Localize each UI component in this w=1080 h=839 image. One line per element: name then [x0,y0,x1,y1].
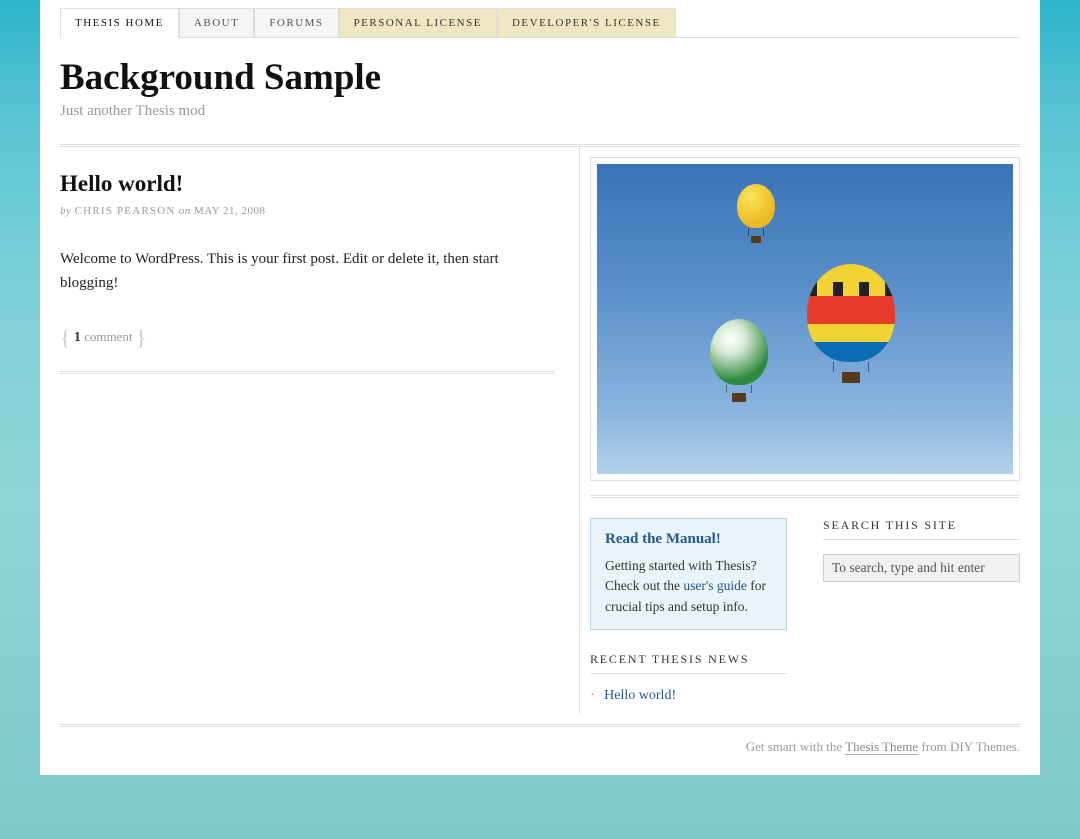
nav-item-about[interactable]: ABOUT [179,8,254,37]
site-header: Background Sample Just another Thesis mo… [60,56,1020,120]
sidebar-col-right: SEARCH THIS SITE [823,518,1020,704]
post-divider [60,371,555,374]
byline-author[interactable]: CHRIS PEARSON [75,205,176,217]
news-item-link[interactable]: Hello world! [604,688,676,703]
nav-item-forums[interactable]: FORUMS [254,8,338,37]
footer: Get smart with the Thesis Theme from DIY… [60,739,1020,755]
footer-post: from DIY Themes. [918,739,1020,754]
bullet-icon: · [590,688,595,703]
sidebar-col-left: Read the Manual! Getting started with Th… [590,518,787,704]
footer-link[interactable]: Thesis Theme [845,739,918,755]
main-columns: Hello world! by CHRIS PEARSON on MAY 21,… [60,147,1020,714]
nav-item-home[interactable]: THESIS HOME [60,8,179,38]
nav-item-personal-license[interactable]: PERSONAL LICENSE [339,8,497,37]
footer-divider [60,724,1020,727]
sidebar-divider [590,495,1020,498]
primary-nav: THESIS HOME ABOUT FORUMS PERSONAL LICENS… [60,8,1020,38]
byline-date: MAY 21, 2008 [194,205,266,217]
balloon-yellow-icon [737,184,775,243]
comments-word: comment [84,329,132,344]
post-body: Welcome to WordPress. This is your first… [60,247,555,295]
brace-right-icon: } [136,325,147,350]
manual-callout: Read the Manual! Getting started with Th… [590,518,787,630]
search-widget-title: SEARCH THIS SITE [823,518,1020,540]
site-tagline: Just another Thesis mod [60,103,1020,120]
page-container: THESIS HOME ABOUT FORUMS PERSONAL LICENS… [40,0,1040,775]
site-title[interactable]: Background Sample [60,56,1020,99]
post-title[interactable]: Hello world! [60,171,555,197]
nav-item-developers-license[interactable]: DEVELOPER'S LICENSE [497,8,676,37]
manual-link[interactable]: user's guide [683,578,747,593]
byline-prefix: by [60,205,71,217]
balloon-green-icon [710,319,768,402]
post-byline: by CHRIS PEARSON on MAY 21, 2008 [60,205,555,217]
comments-link[interactable]: { 1 comment } [60,325,555,351]
search-input[interactable] [823,554,1020,582]
manual-body: Getting started with Thesis? Check out t… [605,556,772,617]
balloon-multicolor-icon [807,264,895,383]
sidebar-image-box [590,157,1020,481]
comments-count: 1 [74,330,81,345]
brace-left-icon: { [60,325,71,350]
hot-air-balloons-image [597,164,1013,474]
news-item: · Hello world! [590,688,787,704]
news-widget-title: RECENT THESIS NEWS [590,652,787,674]
sidebar-column: Read the Manual! Getting started with Th… [580,147,1020,714]
footer-pre: Get smart with the [746,739,845,754]
content-column: Hello world! by CHRIS PEARSON on MAY 21,… [60,147,580,714]
manual-title: Read the Manual! [605,531,772,548]
byline-on: on [179,205,191,217]
